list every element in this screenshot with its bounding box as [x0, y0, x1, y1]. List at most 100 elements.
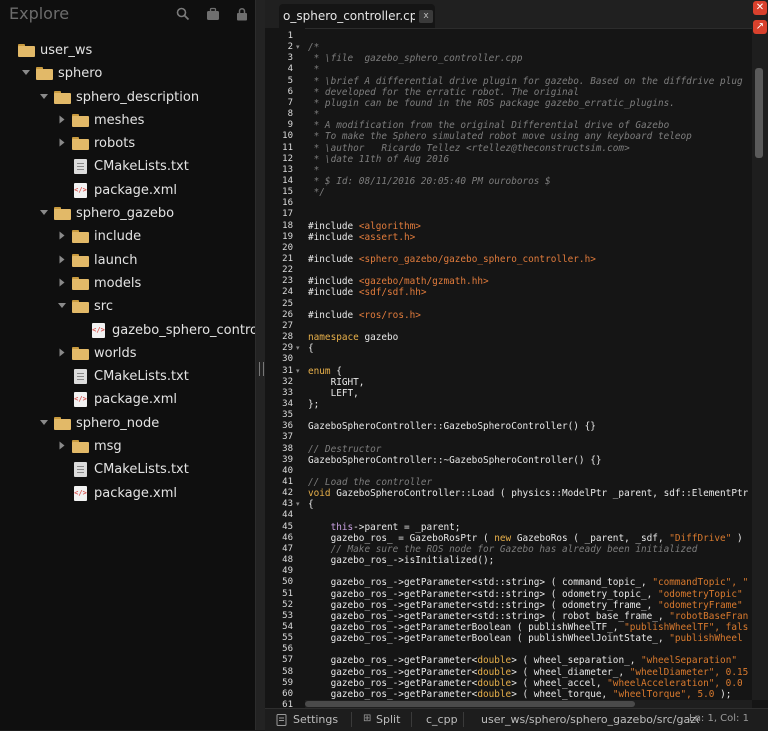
- language-mode[interactable]: c_cpp: [426, 713, 458, 726]
- chevron-down-icon[interactable]: [58, 303, 66, 309]
- line-number: 20: [282, 242, 293, 253]
- tree-item-label: gazebo_sphero_controlle: [112, 322, 255, 338]
- tree-item-label: package.xml: [94, 392, 177, 408]
- chevron-down-icon[interactable]: [40, 419, 48, 425]
- chevron-right-icon[interactable]: [59, 441, 65, 450]
- code-token: {: [330, 365, 342, 377]
- chevron-down-icon[interactable]: [40, 210, 48, 216]
- chevron-down-icon[interactable]: [22, 70, 30, 76]
- vertical-scrollbar[interactable]: [752, 28, 768, 700]
- line-number: 55: [282, 633, 293, 644]
- chevron-right-icon[interactable]: [59, 231, 65, 240]
- code-token: "wheelSeparation": [641, 655, 737, 667]
- code-token: > ( wheel_diameter_,: [511, 666, 630, 678]
- line-number: 37: [282, 432, 293, 443]
- tree-folder[interactable]: msg: [0, 436, 255, 459]
- code-line: /*: [308, 42, 319, 53]
- chevron-right-icon[interactable]: [59, 255, 65, 264]
- window-controls: ✕ ↗: [752, 0, 768, 40]
- code-token: this: [330, 521, 354, 533]
- external-open-icon[interactable]: ↗: [753, 20, 767, 34]
- tree-file[interactable]: CMakeLists.txt: [0, 366, 255, 389]
- tree-folder[interactable]: models: [0, 273, 255, 296]
- tree-item-label: models: [94, 275, 142, 291]
- fold-toggle-icon[interactable]: ▾: [296, 344, 300, 352]
- tree-folder[interactable]: src: [0, 296, 255, 319]
- line-number: 51: [282, 588, 293, 599]
- cursor-position: Ln: 1, Col: 1: [689, 713, 749, 724]
- tree-folder[interactable]: sphero: [0, 63, 255, 86]
- code-line: gazebo_ros_->getParameter<double> ( whee…: [308, 689, 732, 700]
- code-token: gazebo_ros_->getParameter<std::string> (…: [308, 588, 658, 600]
- split-button[interactable]: Split: [376, 713, 400, 726]
- chevron-right-icon[interactable]: [59, 278, 65, 287]
- fold-toggle-icon[interactable]: ▾: [296, 367, 300, 375]
- tree-item-label: meshes: [94, 112, 145, 128]
- tab-gazebo-sphero-controller[interactable]: o_sphero_controller.cpp x: [279, 4, 435, 28]
- tree-folder[interactable]: include: [0, 226, 255, 249]
- code-token: #include: [308, 309, 359, 321]
- code-token: * \author Ricardo Tellez <rtellez@thecon…: [308, 142, 630, 154]
- code-file-icon: </>: [74, 182, 87, 198]
- fold-toggle-icon[interactable]: ▾: [296, 43, 300, 51]
- line-number: 23: [282, 276, 293, 287]
- chevron-down-icon[interactable]: [40, 93, 48, 99]
- code-token: gazebo: [358, 332, 399, 344]
- code-area[interactable]: /* * \file gazebo_sphero_controller.cpp …: [308, 28, 752, 700]
- chevron-right-icon[interactable]: [59, 348, 65, 357]
- tree-folder[interactable]: launch: [0, 250, 255, 273]
- line-number: 15: [282, 187, 293, 198]
- line-number: 24: [282, 287, 293, 298]
- code-token: gazebo_ros_ = GazeboRosPtr (: [308, 532, 495, 544]
- search-icon[interactable]: [176, 7, 190, 21]
- horizontal-scroll-thumb[interactable]: [305, 701, 635, 707]
- tree-item-label: sphero_gazebo: [76, 206, 175, 222]
- close-icon[interactable]: ✕: [753, 1, 767, 15]
- code-token: // Make sure the ROS node for Gazebo has…: [308, 543, 698, 555]
- tree-folder[interactable]: sphero_node: [0, 413, 255, 436]
- lock-icon[interactable]: [235, 7, 249, 21]
- line-number: 6: [287, 86, 293, 97]
- tree-file[interactable]: </> package.xml: [0, 483, 255, 506]
- code-token: // Destructor: [308, 443, 382, 455]
- folder-icon: [72, 230, 89, 244]
- tree-file[interactable]: </> package.xml: [0, 180, 255, 203]
- tree-item-label: package.xml: [94, 485, 177, 501]
- tree-item-label: CMakeLists.txt: [94, 369, 189, 385]
- tree-folder[interactable]: meshes: [0, 110, 255, 133]
- vertical-scroll-thumb[interactable]: [755, 68, 763, 158]
- tree-file[interactable]: CMakeLists.txt: [0, 156, 255, 179]
- splitter-grip-icon[interactable]: [259, 362, 264, 376]
- tree-file[interactable]: CMakeLists.txt: [0, 459, 255, 482]
- chevron-right-icon[interactable]: [59, 115, 65, 124]
- line-number: 28: [282, 332, 293, 343]
- tree-folder[interactable]: user_ws: [0, 40, 255, 63]
- tree-folder[interactable]: robots: [0, 133, 255, 156]
- line-number: 56: [282, 644, 293, 655]
- horizontal-scrollbar[interactable]: [305, 700, 752, 708]
- fold-toggle-icon[interactable]: ▾: [296, 500, 300, 508]
- tree-folder[interactable]: sphero_description: [0, 87, 255, 110]
- settings-button[interactable]: Settings: [293, 713, 338, 726]
- tree-file[interactable]: </> gazebo_sphero_controlle: [0, 320, 255, 343]
- line-number: 3: [287, 53, 293, 64]
- tree-item-label: robots: [94, 136, 136, 152]
- code-line: * $ Id: 08/11/2016 20:05:40 PM ouroboros…: [308, 176, 551, 187]
- line-number: 44: [282, 510, 293, 521]
- code-token: "odometryFrame": [657, 599, 743, 611]
- code-token: namespace: [308, 332, 359, 344]
- briefcase-icon[interactable]: [206, 7, 220, 21]
- chevron-right-icon[interactable]: [59, 138, 65, 147]
- tab-close-icon[interactable]: x: [419, 10, 433, 23]
- code-token: void: [308, 488, 331, 500]
- tree-folder[interactable]: sphero_gazebo: [0, 203, 255, 226]
- tree-folder[interactable]: worlds: [0, 343, 255, 366]
- line-number: 25: [282, 298, 293, 309]
- tree-file[interactable]: </> package.xml: [0, 389, 255, 412]
- code-token: {: [308, 343, 314, 355]
- line-number: 4: [287, 64, 293, 75]
- line-number: 32: [282, 376, 293, 387]
- code-token: > ( wheel_separation_,: [511, 655, 642, 667]
- code-token: gazebo_ros_->getParameter<std::string> (…: [308, 599, 658, 611]
- code-token: * developed for the erratic robot. The o…: [308, 86, 579, 98]
